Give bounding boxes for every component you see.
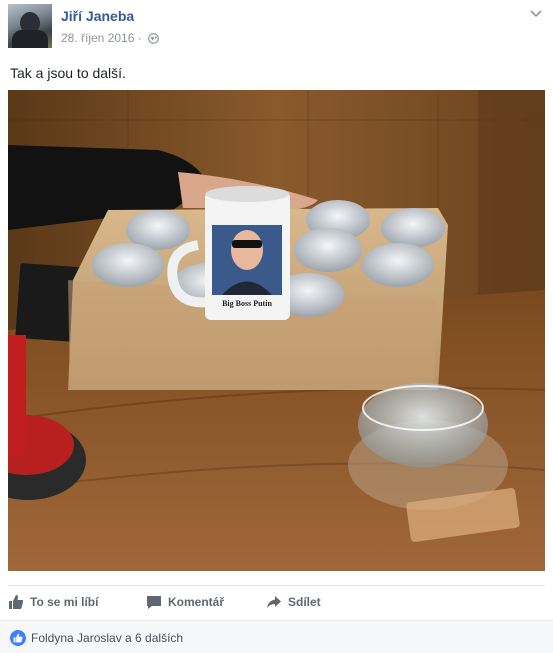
comment-label: Komentář bbox=[168, 595, 225, 609]
share-button[interactable]: Sdílet bbox=[266, 586, 321, 618]
action-bar: To se mi líbí Komentář Sdílet bbox=[0, 586, 553, 618]
globe-icon[interactable] bbox=[148, 33, 159, 47]
comment-button[interactable]: Komentář bbox=[146, 586, 224, 618]
share-arrow-icon bbox=[267, 596, 281, 608]
author-name[interactable]: Jiří Janeba bbox=[61, 8, 134, 24]
share-label: Sdílet bbox=[288, 595, 321, 609]
thumbs-up-icon bbox=[9, 595, 24, 609]
like-reaction-icon[interactable] bbox=[10, 630, 26, 646]
post-date[interactable]: 28. říjen 2016 bbox=[61, 31, 134, 45]
like-button[interactable]: To se mi líbí bbox=[8, 586, 98, 618]
avatar[interactable] bbox=[8, 4, 52, 48]
post-photo[interactable]: Big Boss Putin bbox=[8, 90, 545, 571]
mug-caption: Big Boss Putin bbox=[222, 299, 272, 308]
speech-bubble-icon bbox=[147, 596, 161, 609]
post-header: Jiří Janeba 28. říjen 2016 · bbox=[0, 0, 553, 58]
chevron-down-icon[interactable] bbox=[529, 6, 543, 24]
reactions-bar: Foldyna Jaroslav a 6 dalších bbox=[0, 620, 553, 653]
meta-separator: · bbox=[137, 31, 142, 45]
reactions-summary[interactable]: Foldyna Jaroslav a 6 dalších bbox=[31, 631, 183, 645]
post-text: Tak a jsou to další. bbox=[10, 65, 126, 81]
like-label: To se mi líbí bbox=[30, 595, 99, 609]
post-meta: 28. říjen 2016 · bbox=[61, 31, 159, 47]
